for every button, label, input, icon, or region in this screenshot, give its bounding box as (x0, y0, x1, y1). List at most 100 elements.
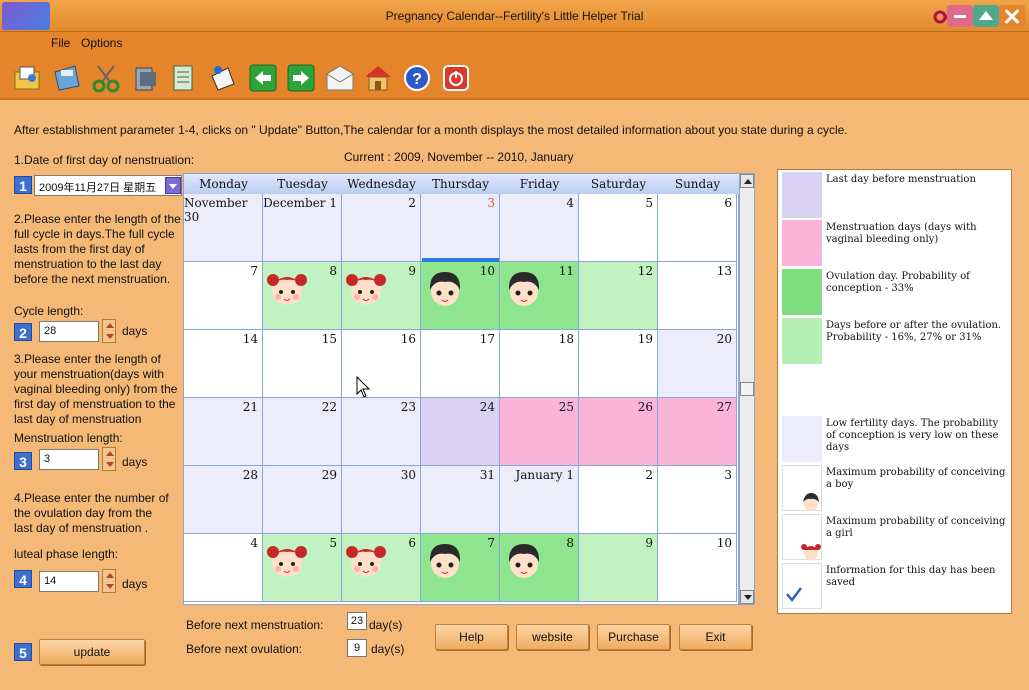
calendar-day-number: 4 (566, 196, 574, 210)
legend-panel: Last day before menstruation Menstruation… (777, 169, 1012, 614)
legend-text: Information for this day has been saved (826, 565, 996, 588)
calendar-day-number: 16 (400, 332, 416, 346)
calendar-day-cell[interactable]: 2 (342, 194, 421, 262)
calendar-day-cell[interactable]: 10 (658, 534, 737, 602)
menu-options[interactable]: Options (81, 36, 122, 50)
calendar-day-cell[interactable]: November 30 (184, 194, 263, 262)
calendar-day-cell[interactable]: 10 (421, 262, 500, 330)
legend-swatch (782, 514, 822, 560)
calendar-day-number: 20 (716, 332, 732, 346)
checkmark-icon (786, 587, 802, 603)
mail-icon[interactable] (324, 62, 356, 94)
date-value: 2009年11月27日 星期五 (39, 182, 157, 194)
calendar-day-cell[interactable]: 6 (658, 194, 737, 262)
calendar-day-number: 26 (637, 400, 653, 414)
step1-number: 1 (14, 176, 32, 194)
calendar-day-cell[interactable]: 19 (579, 330, 658, 398)
calendar-day-cell[interactable]: 2 (579, 466, 658, 534)
forward-icon[interactable] (285, 62, 317, 94)
calendar-day-cell[interactable]: 15 (263, 330, 342, 398)
history-icon[interactable] (206, 62, 238, 94)
calendar-day-cell[interactable]: 30 (342, 466, 421, 534)
calendar-day-cell[interactable]: 27 (658, 398, 737, 466)
legend-text: Maximum probability of conceiving a girl (826, 516, 1006, 539)
date-picker[interactable]: 2009年11月27日 星期五 (34, 175, 182, 196)
calendar-day-cell[interactable]: 9 (579, 534, 658, 602)
cycle-length-unit: days (122, 324, 148, 338)
calendar-day-cell[interactable]: 24 (421, 398, 500, 466)
back-icon[interactable] (247, 62, 279, 94)
calendar-day-cell[interactable]: 4 (184, 534, 263, 602)
cycle-length-spinner[interactable] (102, 319, 116, 343)
calendar-day-number: 5 (329, 536, 337, 550)
calendar-day-cell[interactable]: 18 (500, 330, 579, 398)
maximize-button[interactable] (973, 5, 999, 27)
calendar-day-cell[interactable]: 5 (579, 194, 658, 262)
calendar-day-cell[interactable]: 8 (500, 534, 579, 602)
calendar-day-cell[interactable]: 11 (500, 262, 579, 330)
website-button[interactable]: website (516, 624, 589, 650)
help-icon[interactable]: ? (401, 62, 433, 94)
cut-icon[interactable] (90, 62, 122, 94)
calendar-day-cell[interactable]: 21 (184, 398, 263, 466)
luteal-phase-unit: days (122, 577, 148, 591)
calendar-day-cell[interactable]: 29 (263, 466, 342, 534)
calendar-day-cell[interactable]: January 1 (500, 466, 579, 534)
legend-text: Low fertility days. The probability of c… (826, 418, 999, 453)
luteal-phase-input[interactable]: 14 (39, 571, 99, 592)
exit-button[interactable]: Exit (679, 624, 752, 650)
calendar-day-cell[interactable]: 8 (263, 262, 342, 330)
calendar-day-cell[interactable]: 14 (184, 330, 263, 398)
calendar-day-cell[interactable]: 22 (263, 398, 342, 466)
purchase-button[interactable]: Purchase (597, 624, 670, 650)
calendar-scrollbar[interactable] (739, 173, 755, 605)
home-icon[interactable] (362, 62, 394, 94)
cycle-length-input[interactable]: 28 (39, 321, 99, 342)
weekday-header: Sunday (674, 177, 721, 191)
scroll-up-button[interactable] (740, 174, 754, 188)
calendar-day-cell[interactable]: 16 (342, 330, 421, 398)
print-icon[interactable] (130, 62, 162, 94)
calendar-day-cell[interactable]: 5 (263, 534, 342, 602)
scroll-down-button[interactable] (740, 590, 754, 604)
step3-label: 3.Please enter the length of your menstr… (14, 352, 178, 426)
menstruation-length-spinner[interactable] (102, 447, 116, 471)
calendar-day-cell[interactable]: 31 (421, 466, 500, 534)
menu-file[interactable]: File (51, 36, 70, 50)
calendar-day-cell[interactable]: 3 (421, 194, 500, 262)
calendar-day-cell[interactable]: 23 (342, 398, 421, 466)
luteal-phase-spinner[interactable] (102, 569, 116, 593)
calendar-day-cell[interactable]: 13 (658, 262, 737, 330)
calendar-day-cell[interactable]: 9 (342, 262, 421, 330)
calendar-day-cell[interactable]: 25 (500, 398, 579, 466)
calendar-day-cell[interactable]: 6 (342, 534, 421, 602)
calendar-day-cell[interactable]: 12 (579, 262, 658, 330)
calendar-day-cell[interactable]: December 1 (263, 194, 342, 262)
today-marker (422, 258, 499, 262)
menstruation-length-input[interactable]: 3 (39, 449, 99, 470)
step2-number: 2 (14, 323, 32, 341)
calendar-day-cell[interactable]: 3 (658, 466, 737, 534)
calendar-day-cell[interactable]: 26 (579, 398, 658, 466)
calendar-day-number: 9 (408, 264, 416, 278)
help-button[interactable]: Help (435, 624, 508, 650)
notes-icon[interactable] (168, 62, 200, 94)
update-button[interactable]: update (39, 639, 145, 665)
calendar-day-cell[interactable]: 7 (184, 262, 263, 330)
calendar-day-cell[interactable]: 28 (184, 466, 263, 534)
next-ovulation-label: Before next ovulation: (186, 642, 303, 656)
calendar-day-number: 3 (724, 468, 732, 482)
exit-icon[interactable] (440, 62, 472, 94)
calendar-day-cell[interactable]: 20 (658, 330, 737, 398)
calendar-day-cell[interactable]: 7 (421, 534, 500, 602)
calendar-day-number: 9 (645, 536, 653, 550)
date-dropdown-button[interactable] (165, 177, 181, 194)
save-icon[interactable] (51, 62, 83, 94)
close-button[interactable] (999, 5, 1025, 27)
calendar-day-number: 29 (321, 468, 337, 482)
minimize-button[interactable] (947, 5, 973, 27)
calendar-day-cell[interactable]: 17 (421, 330, 500, 398)
open-icon[interactable] (12, 62, 44, 94)
scroll-thumb[interactable] (740, 382, 754, 396)
calendar-day-cell[interactable]: 4 (500, 194, 579, 262)
